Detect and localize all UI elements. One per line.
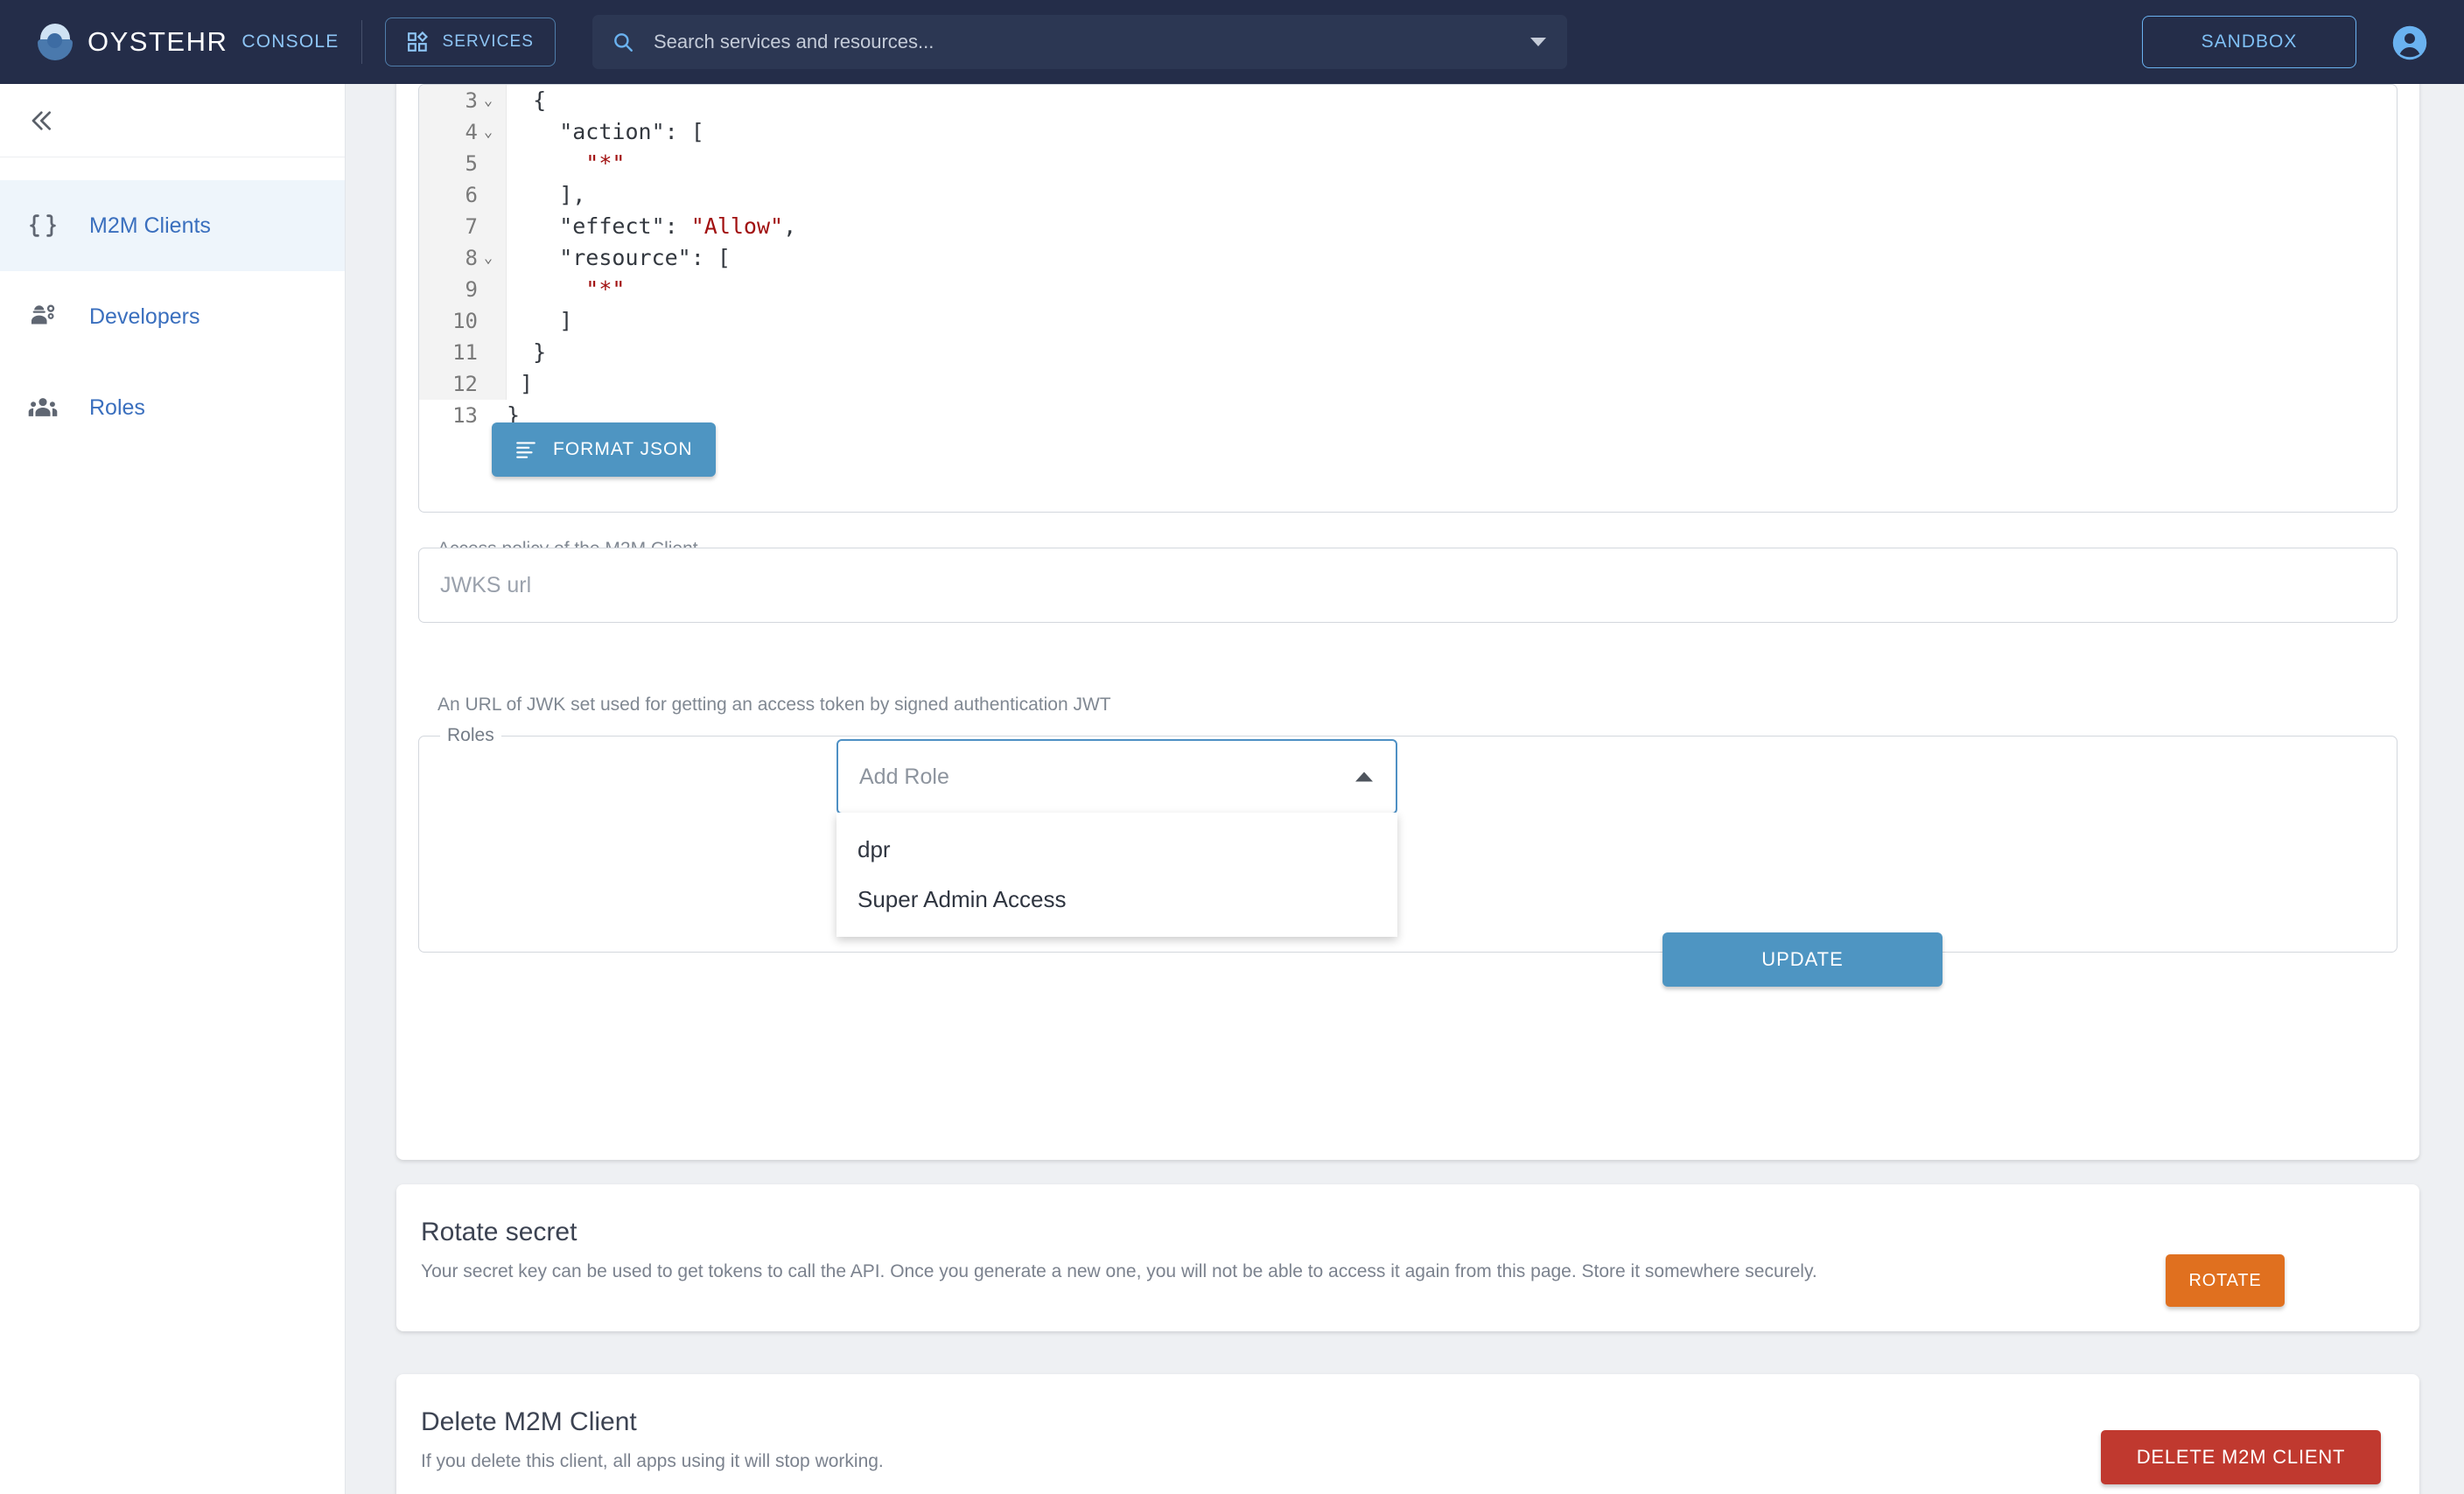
services-button[interactable]: SERVICES xyxy=(385,17,556,66)
add-role-select[interactable]: Add Role xyxy=(836,739,1397,814)
line-number: 9 xyxy=(466,274,478,305)
left-sidebar: M2M Clients Developers Roles xyxy=(0,84,346,1494)
rotate-secret-card: Rotate secret Your secret key can be use… xyxy=(396,1184,2419,1331)
code-line: ] xyxy=(507,368,796,400)
code-line: "resource": [ xyxy=(507,242,796,274)
gutter-row: 12⌄ xyxy=(419,368,506,400)
line-number: 4 xyxy=(466,116,478,148)
rotate-button[interactable]: ROTATE xyxy=(2166,1254,2285,1307)
developer-icon xyxy=(23,302,63,332)
format-json-label: FORMAT JSON xyxy=(553,439,693,460)
code-line: ], xyxy=(507,179,796,211)
double-chevron-left-icon xyxy=(26,107,54,135)
code-line: "action": [ xyxy=(507,116,796,148)
oyster-logo-icon xyxy=(35,22,75,62)
line-number: 7 xyxy=(466,211,478,242)
update-button-label: UPDATE xyxy=(1761,948,1844,971)
sidebar-top-spacer xyxy=(0,157,345,180)
chevron-up-icon[interactable] xyxy=(1355,772,1373,782)
delete-m2m-client-card: Delete M2M Client If you delete this cli… xyxy=(396,1374,2419,1494)
chevron-down-icon[interactable] xyxy=(1530,38,1546,46)
search-icon xyxy=(612,31,634,53)
sidebar-collapse-row xyxy=(0,84,345,157)
delete-client-title: Delete M2M Client xyxy=(421,1407,2395,1437)
search-placeholder-text: Search services and resources... xyxy=(654,31,934,53)
gutter-row: 3⌄ xyxy=(419,85,506,116)
role-option-super-admin-access[interactable]: Super Admin Access xyxy=(836,875,1397,925)
fold-chevron-icon[interactable]: ⌄ xyxy=(478,242,499,274)
code-editor[interactable]: 3⌄ 4⌄ 5⌄ 6⌄ 7⌄ 8⌄ 9⌄ 10⌄ 11⌄ 12⌄ 13⌄ { "… xyxy=(419,85,2397,400)
gutter-row: 8⌄ xyxy=(419,242,506,274)
sidebar-item-m2m-clients[interactable]: M2M Clients xyxy=(0,180,345,271)
brand-name: OYSTEHR xyxy=(88,26,228,58)
sidebar-item-label: Roles xyxy=(89,395,145,421)
topbar-divider xyxy=(361,20,362,64)
rotate-secret-description: Your secret key can be used to get token… xyxy=(421,1259,2040,1285)
environment-selector-button[interactable]: SANDBOX xyxy=(2142,16,2356,68)
gutter-row: 6⌄ xyxy=(419,179,506,211)
line-number: 3 xyxy=(466,85,478,116)
update-button[interactable]: UPDATE xyxy=(1662,932,1942,987)
gutter-row: 11⌄ xyxy=(419,337,506,368)
gutter-row: 4⌄ xyxy=(419,116,506,148)
global-search-input[interactable]: Search services and resources... xyxy=(592,15,1567,69)
rotate-button-label: ROTATE xyxy=(2189,1271,2262,1291)
editor-code-lines[interactable]: { "action": [ "*" ], "effect": "Allow", … xyxy=(507,85,796,400)
line-number: 12 xyxy=(452,368,478,400)
gutter-row: 7⌄ xyxy=(419,211,506,242)
jwks-url-placeholder: JWKS url xyxy=(440,573,531,598)
role-options-dropdown[interactable]: dpr Super Admin Access xyxy=(836,813,1397,937)
fold-chevron-icon[interactable]: ⌄ xyxy=(478,85,499,116)
jwks-url-input[interactable]: JWKS url xyxy=(418,548,2398,623)
line-number: 13 xyxy=(452,400,478,431)
services-button-label: SERVICES xyxy=(442,32,534,52)
grid-apps-icon xyxy=(407,31,430,53)
delete-m2m-client-button[interactable]: DELETE M2M CLIENT xyxy=(2101,1430,2381,1484)
format-json-button[interactable]: FORMAT JSON xyxy=(492,422,716,477)
delete-client-description: If you delete this client, all apps usin… xyxy=(421,1449,2040,1475)
gutter-row: 9⌄ xyxy=(419,274,506,305)
code-line: ] xyxy=(507,305,796,337)
code-line: "effect": "Allow", xyxy=(507,211,796,242)
gutter-row: 10⌄ xyxy=(419,305,506,337)
code-line: } xyxy=(507,337,796,368)
group-icon xyxy=(23,393,63,422)
access-policy-editor[interactable]: 3⌄ 4⌄ 5⌄ 6⌄ 7⌄ 8⌄ 9⌄ 10⌄ 11⌄ 12⌄ 13⌄ { "… xyxy=(418,84,2398,513)
brand-logo[interactable]: OYSTEHR CONSOLE xyxy=(35,22,339,62)
editor-line-number-gutter: 3⌄ 4⌄ 5⌄ 6⌄ 7⌄ 8⌄ 9⌄ 10⌄ 11⌄ 12⌄ 13⌄ xyxy=(419,85,507,400)
sidebar-item-developers[interactable]: Developers xyxy=(0,271,345,362)
line-number: 10 xyxy=(452,305,478,337)
code-line-key: "effect": "Allow", xyxy=(507,213,796,239)
account-avatar-icon[interactable] xyxy=(2391,24,2428,61)
roles-legend-label: Roles xyxy=(440,725,501,746)
line-number: 11 xyxy=(452,337,478,368)
brand-subtitle: CONSOLE xyxy=(242,31,339,52)
code-line: { xyxy=(507,85,796,116)
format-lines-icon xyxy=(514,438,537,461)
role-option-dpr[interactable]: dpr xyxy=(836,825,1397,875)
rotate-secret-title: Rotate secret xyxy=(421,1218,2395,1247)
fold-chevron-icon[interactable]: ⌄ xyxy=(478,116,499,148)
roles-fieldset: Roles xyxy=(418,736,2398,953)
braces-icon xyxy=(23,211,63,241)
line-number: 5 xyxy=(466,148,478,179)
code-line: "*" xyxy=(507,274,796,305)
delete-button-label: DELETE M2M CLIENT xyxy=(2137,1446,2346,1469)
line-number: 6 xyxy=(466,179,478,211)
sidebar-item-roles[interactable]: Roles xyxy=(0,362,345,453)
main-content-area: 3⌄ 4⌄ 5⌄ 6⌄ 7⌄ 8⌄ 9⌄ 10⌄ 11⌄ 12⌄ 13⌄ { "… xyxy=(346,84,2464,1494)
code-line: "*" xyxy=(507,148,796,179)
line-number: 8 xyxy=(466,242,478,274)
sidebar-item-label: Developers xyxy=(89,304,200,330)
environment-label: SANDBOX xyxy=(2202,31,2298,52)
jwks-helper-text: An URL of JWK set used for getting an ac… xyxy=(438,695,1111,716)
top-navigation-bar: OYSTEHR CONSOLE SERVICES Search services… xyxy=(0,0,2464,84)
sidebar-collapse-button[interactable] xyxy=(23,103,58,138)
m2m-client-form-card: 3⌄ 4⌄ 5⌄ 6⌄ 7⌄ 8⌄ 9⌄ 10⌄ 11⌄ 12⌄ 13⌄ { "… xyxy=(396,84,2419,1160)
sidebar-item-label: M2M Clients xyxy=(89,213,211,239)
add-role-placeholder: Add Role xyxy=(859,764,949,790)
gutter-row: 5⌄ xyxy=(419,148,506,179)
